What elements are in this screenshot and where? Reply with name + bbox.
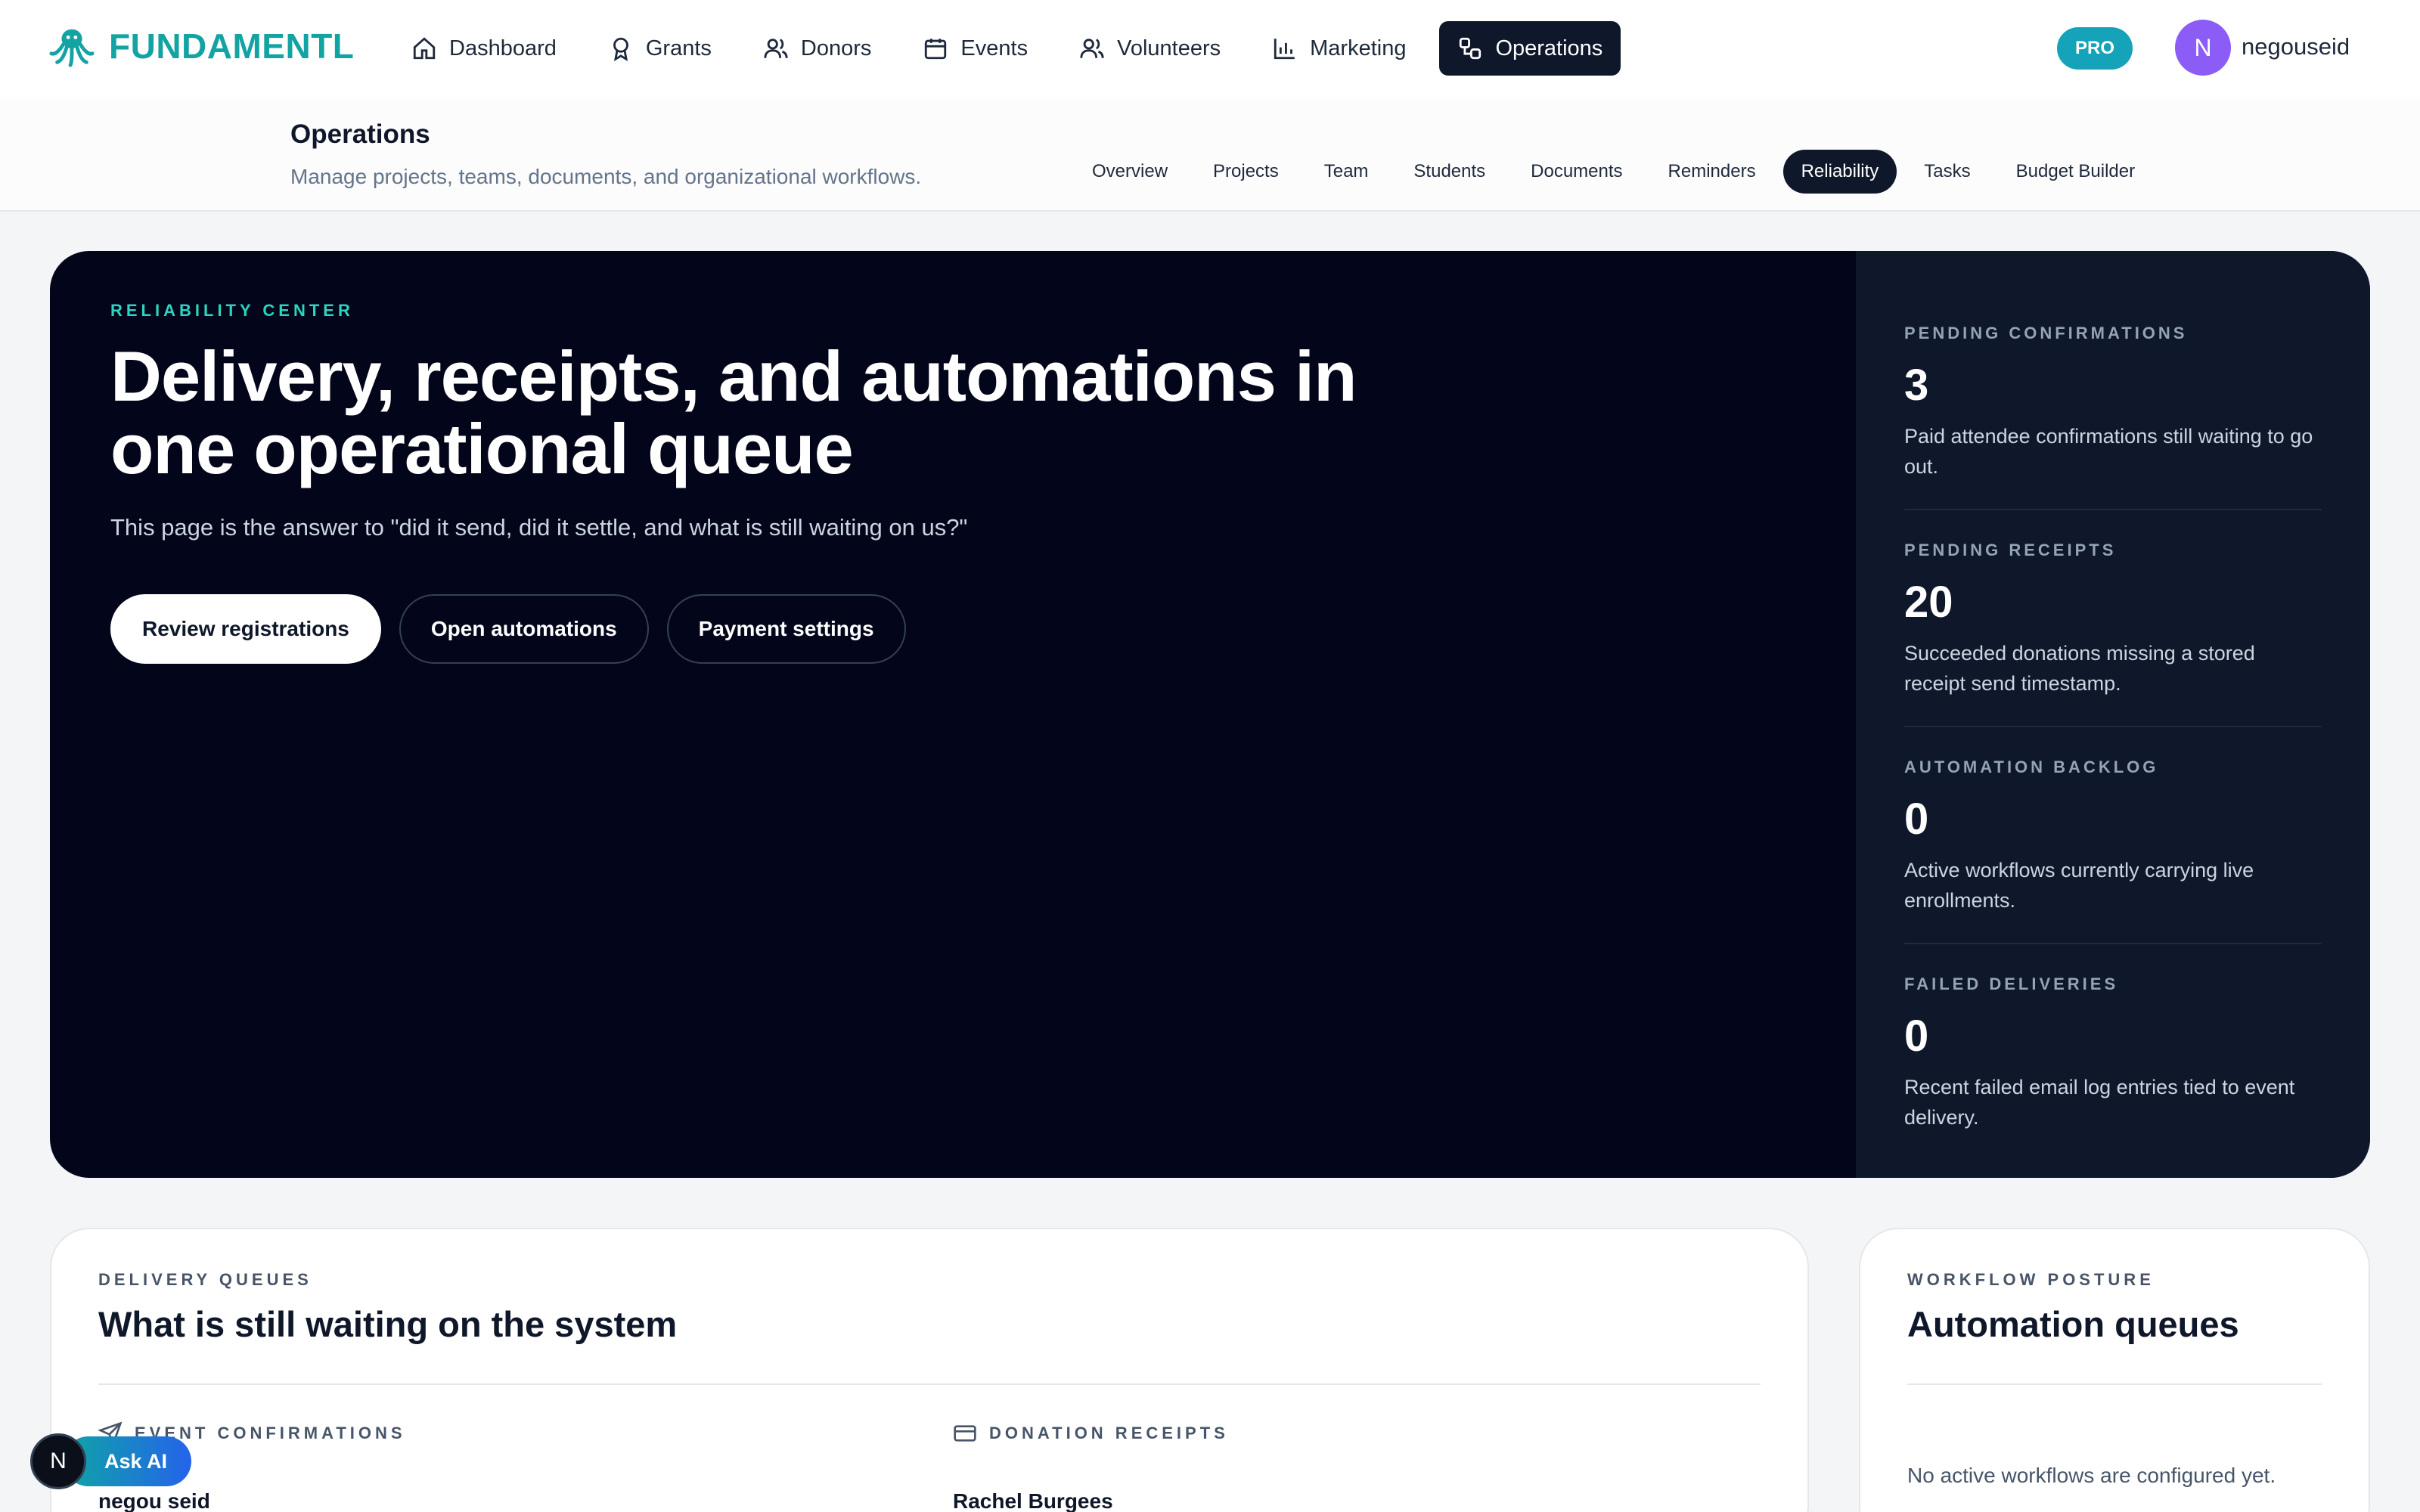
column-heading-label: DONATION RECEIPTS [989,1424,1229,1442]
bar-chart-icon [1274,39,1295,60]
metric-pending-confirmations: PENDING CONFIRMATIONS 3 Paid attendee co… [1904,324,2322,510]
tab-tasks[interactable]: Tasks [1906,150,1988,194]
metric-label: PENDING RECEIPTS [1904,541,2117,559]
divider [1907,1383,2322,1385]
metric-value: 20 [1904,578,1953,627]
card-eyebrow: WORKFLOW POSTURE [1907,1270,2155,1289]
nav-item-label: Volunteers [1117,36,1221,60]
tab-students[interactable]: Students [1395,150,1503,194]
nav-item-label: Marketing [1310,36,1407,60]
metric-description: Succeeded donations missing a stored rec… [1904,642,2255,695]
metric-label: PENDING CONFIRMATIONS [1904,324,2188,342]
metrics-panel: PENDING CONFIRMATIONS 3 Paid attendee co… [1856,251,2370,1178]
tab-projects[interactable]: Projects [1195,150,1297,194]
metric-label: FAILED DELIVERIES [1904,974,2119,993]
workflow-posture-card: WORKFLOW POSTURE Automation queues No ac… [1859,1228,2370,1512]
metric-automation-backlog: AUTOMATION BACKLOG 0 Active workflows cu… [1904,758,2322,944]
metric-description: Recent failed email log entries tied to … [1904,1076,2295,1129]
sub-tabs: Overview Projects Team Students Document… [1074,150,2153,194]
people-icon [1080,39,1104,58]
reliability-hero: RELIABILITY CENTER Delivery, receipts, a… [50,251,2370,1178]
nav-item-label: Operations [1495,36,1603,60]
octopus-icon [49,29,95,67]
open-automations-button[interactable]: Open automations [399,594,649,664]
tab-budget-builder[interactable]: Budget Builder [1998,150,2153,194]
queue-entry-name[interactable]: Rachel Burgees [953,1489,1113,1512]
card-eyebrow: DELIVERY QUEUES [98,1270,312,1289]
delivery-queues-card: DELIVERY QUEUES What is still waiting on… [50,1228,1809,1512]
award-icon [613,37,628,61]
card-title: Automation queues [1907,1304,2239,1344]
users-icon [764,39,788,58]
hero-eyebrow: RELIABILITY CENTER [110,301,354,320]
metric-description: Paid attendee confirmations still waitin… [1904,425,2313,478]
nav-item-label: Events [960,36,1028,60]
metric-value: 0 [1904,795,1929,844]
metric-value: 0 [1904,1012,1929,1061]
nav-item-label: Dashboard [449,36,557,60]
section-header: Operations Manage projects, teams, docum… [0,97,2420,212]
donation-receipts-heading: DONATION RECEIPTS [953,1421,1229,1445]
tab-reliability[interactable]: Reliability [1782,150,1897,194]
nav-item-marketing[interactable]: Marketing [1254,21,1424,76]
top-navigation-bar: FUNDAMENTL Dashboard Grants Donors Event… [0,0,2420,97]
tab-documents[interactable]: Documents [1512,150,1640,194]
metric-description: Active workflows currently carrying live… [1904,859,2254,912]
queue-entry-name[interactable]: negou seid [98,1489,210,1512]
nav-item-label: Grants [645,36,712,60]
hero-title: Delivery, receipts, and automations in o… [110,336,1357,488]
nav-item-label: Donors [800,36,872,60]
metric-label: AUTOMATION BACKLOG [1904,758,2159,776]
avatar[interactable]: N [2175,20,2231,76]
review-registrations-button[interactable]: Review registrations [110,594,381,664]
pro-badge: PRO [2057,27,2133,70]
credit-card-icon [954,1425,976,1442]
tab-overview[interactable]: Overview [1074,150,1186,194]
nav-item-donors[interactable]: Donors [745,21,890,76]
home-icon [413,37,436,60]
hero-description: This page is the answer to "did it send,… [110,514,968,541]
calendar-icon [925,39,947,60]
assistant-avatar[interactable]: N [30,1433,86,1489]
brand[interactable]: FUNDAMENTL [48,23,354,70]
nav-item-operations[interactable]: Operations [1439,21,1621,76]
tab-team[interactable]: Team [1306,150,1387,194]
page-title: Operations [290,119,430,149]
nav-item-volunteers[interactable]: Volunteers [1061,21,1239,76]
nav-item-dashboard[interactable]: Dashboard [393,21,575,76]
card-title: What is still waiting on the system [98,1304,678,1344]
nav-item-grants[interactable]: Grants [590,21,730,76]
hero-actions: Review registrations Open automations Pa… [110,594,1774,664]
metric-failed-deliveries: FAILED DELIVERIES 0 Recent failed email … [1904,974,2322,1160]
username[interactable]: negouseid [2242,33,2350,60]
nav-item-events[interactable]: Events [904,21,1046,76]
metric-pending-receipts: PENDING RECEIPTS 20 Succeeded donations … [1904,541,2322,727]
ask-ai-widget[interactable]: N Ask AI [30,1433,192,1489]
hero-intro: RELIABILITY CENTER Delivery, receipts, a… [110,301,1774,664]
main-nav: Dashboard Grants Donors Events Volunteer… [393,21,1621,76]
divider [98,1383,1761,1385]
payment-settings-button[interactable]: Payment settings [666,594,906,664]
metric-value: 3 [1904,361,1929,410]
workflow-icon [1460,37,1481,60]
brand-name: FUNDAMENTL [109,26,355,66]
empty-state-message: No active workflows are configured yet. [1907,1464,2276,1487]
page-subtitle: Manage projects, teams, documents, and o… [290,165,922,188]
tab-reminders[interactable]: Reminders [1650,150,1774,194]
